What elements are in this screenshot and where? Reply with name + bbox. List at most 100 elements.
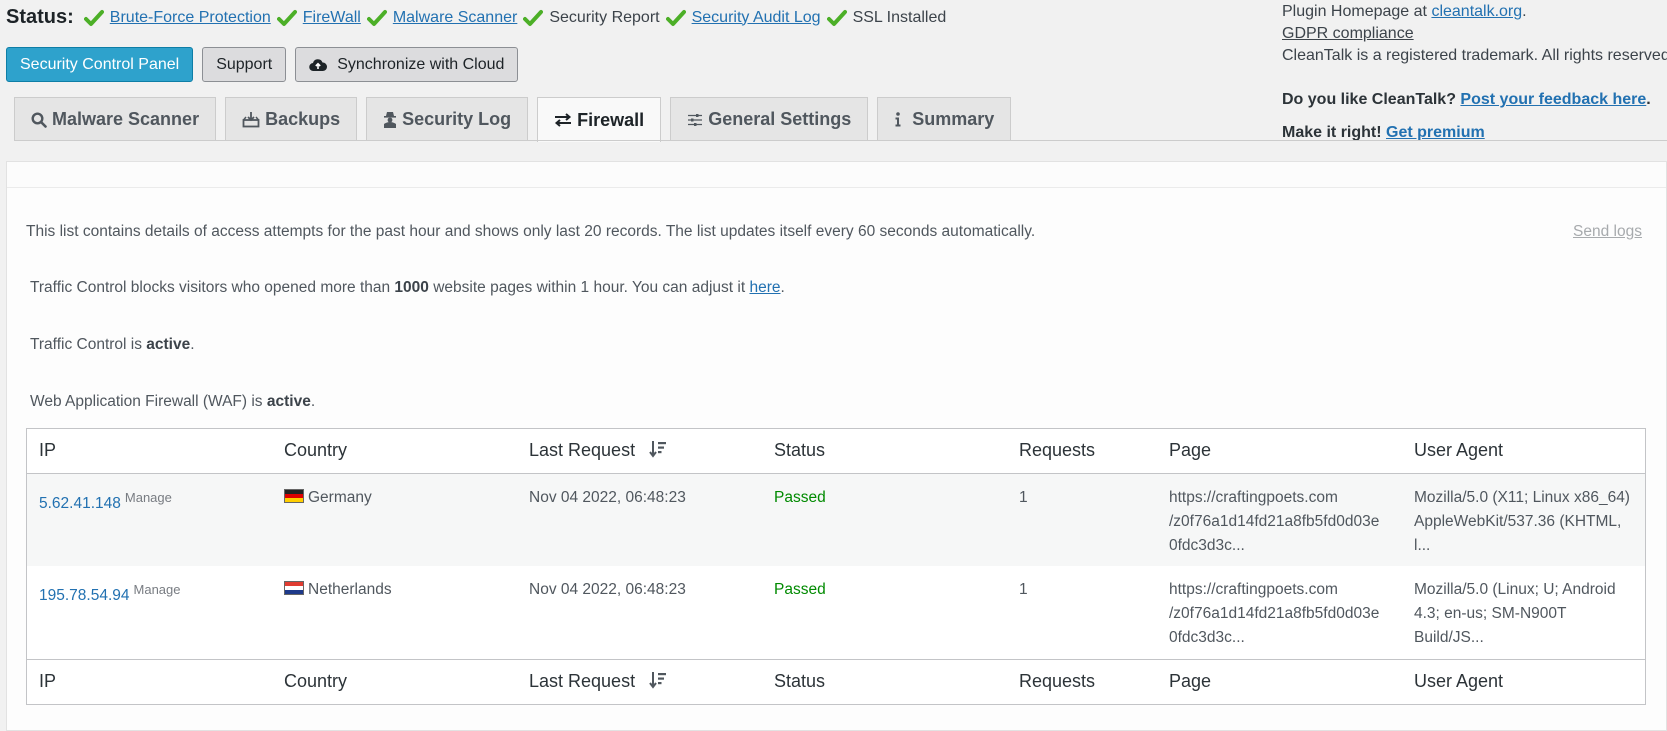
flag-germany-icon bbox=[284, 488, 304, 503]
feedback-prefix: Do you like CleanTalk? bbox=[1282, 91, 1461, 108]
sort-desc-icon[interactable] bbox=[649, 440, 667, 458]
firewall-description: This list contains details of access att… bbox=[26, 223, 1036, 240]
col-footer-last-request-label: Last Request bbox=[529, 671, 636, 692]
sliders-icon bbox=[687, 113, 703, 127]
get-premium-link[interactable]: Get premium bbox=[1386, 124, 1485, 141]
col-header-user-agent: User Agent bbox=[1402, 429, 1645, 474]
tc-status-value: active bbox=[146, 336, 191, 353]
ip-link[interactable]: 5.62.41.148 bbox=[39, 495, 121, 512]
check-icon bbox=[826, 9, 847, 26]
col-header-country: Country bbox=[272, 429, 517, 474]
tab-backups[interactable]: Backups bbox=[225, 97, 358, 141]
status-security-report: Security Report bbox=[549, 8, 660, 26]
page-line: https://craftingpoets.com bbox=[1169, 488, 1338, 506]
homepage-prefix: Plugin Homepage at bbox=[1282, 3, 1432, 20]
status-link-audit-log[interactable]: Security Audit Log bbox=[692, 9, 821, 27]
page-line: /z0f76a1d14fd21a8fb5fd0d03e bbox=[1169, 605, 1380, 622]
cell-ip: 195.78.54.94 Manage bbox=[27, 566, 272, 659]
feedback-suffix: . bbox=[1646, 91, 1651, 108]
country-name: Netherlands bbox=[308, 581, 392, 598]
status-link-malware-scanner[interactable]: Malware Scanner bbox=[393, 9, 518, 27]
traffic-control-status: Traffic Control is active. bbox=[30, 336, 195, 354]
support-button[interactable]: Support bbox=[202, 47, 287, 82]
check-icon bbox=[523, 9, 544, 26]
traffic-prefix: Traffic Control blocks visitors who open… bbox=[30, 279, 395, 296]
action-buttons: Security Control Panel Support Synchroni… bbox=[6, 47, 519, 82]
tab-general-settings[interactable]: General Settings bbox=[670, 97, 869, 141]
table-row: 5.62.41.148 Manage Germany Nov 04 2022, 0… bbox=[27, 473, 1645, 566]
sync-cloud-label: Synchronize with Cloud bbox=[337, 55, 505, 73]
tab-label: Malware Scanner bbox=[52, 109, 200, 129]
agent-line: 4.3; en-us; SM-N900T bbox=[1414, 605, 1567, 622]
table-header-row: IP Country Last Request Status Requests … bbox=[27, 429, 1645, 474]
security-control-panel-button[interactable]: Security Control Panel bbox=[6, 47, 194, 82]
traffic-suffix: . bbox=[780, 279, 785, 296]
exchange-arrows-icon bbox=[554, 113, 572, 127]
traffic-middle: website pages within 1 hour. You can adj… bbox=[428, 279, 750, 296]
col-header-last-request[interactable]: Last Request bbox=[517, 429, 762, 474]
cell-ip: 5.62.41.148 Manage bbox=[27, 473, 272, 566]
status-link-firewall[interactable]: FireWall bbox=[303, 9, 361, 27]
col-footer-last-request[interactable]: Last Request bbox=[517, 658, 762, 704]
cell-last-request: Nov 04 2022, 06:48:23 bbox=[529, 581, 686, 598]
traffic-limit: 1000 bbox=[394, 279, 429, 296]
col-header-page: Page bbox=[1157, 429, 1402, 474]
tab-label: Security Log bbox=[402, 109, 512, 129]
homepage-line: Plugin Homepage at cleantalk.org. bbox=[1282, 1, 1667, 23]
col-footer-page: Page bbox=[1157, 658, 1402, 704]
page-line: https://craftingpoets.com bbox=[1169, 581, 1338, 598]
feedback-line: Do you like CleanTalk? Post your feedbac… bbox=[1282, 89, 1667, 111]
tab-malware-scanner[interactable]: Malware Scanner bbox=[14, 97, 217, 141]
tab-firewall[interactable]: Firewall bbox=[537, 97, 662, 142]
send-logs-link[interactable]: Send logs bbox=[1573, 223, 1642, 240]
page-line: 0fdc3d3c... bbox=[1169, 536, 1245, 554]
country-name: Germany bbox=[308, 488, 372, 506]
table-footer-row: IP Country Last Request Status Requests … bbox=[27, 658, 1645, 704]
check-icon bbox=[366, 9, 387, 26]
tc-status-period: . bbox=[190, 336, 195, 353]
tab-security-log[interactable]: Security Log bbox=[366, 97, 529, 141]
waf-status-value: active bbox=[266, 393, 311, 410]
waf-status: Web Application Firewall (WAF) is active… bbox=[30, 393, 315, 411]
check-icon bbox=[665, 9, 686, 26]
agent-line: l... bbox=[1414, 536, 1431, 554]
firewall-log-table: IP Country Last Request Status Requests … bbox=[26, 428, 1646, 705]
status-title: Status: bbox=[6, 6, 74, 28]
page-line: /z0f76a1d14fd21a8fb5fd0d03e bbox=[1169, 512, 1380, 530]
col-footer-ip: IP bbox=[27, 658, 272, 704]
status-ssl-installed: SSL Installed bbox=[852, 8, 947, 26]
waf-status-prefix: Web Application Firewall (WAF) is bbox=[30, 393, 267, 410]
cell-country: Netherlands bbox=[272, 566, 517, 659]
ip-link[interactable]: 195.78.54.94 bbox=[39, 587, 130, 604]
status-link-brute-force[interactable]: Brute-Force Protection bbox=[110, 9, 271, 27]
col-header-requests: Requests bbox=[1007, 429, 1157, 474]
manage-link[interactable]: Manage bbox=[134, 582, 181, 597]
adjust-here-link[interactable]: here bbox=[749, 279, 780, 296]
col-footer-requests: Requests bbox=[1007, 658, 1157, 704]
waf-status-period: . bbox=[310, 393, 316, 410]
manage-link[interactable]: Manage bbox=[125, 490, 172, 505]
tab-summary[interactable]: Summary bbox=[877, 97, 1012, 141]
tc-status-prefix: Traffic Control is bbox=[30, 336, 147, 353]
cell-page: https://craftingpoets.com /z0f76a1d14fd2… bbox=[1157, 473, 1402, 566]
col-header-status: Status bbox=[762, 429, 1007, 474]
cell-page: https://craftingpoets.com /z0f76a1d14fd2… bbox=[1157, 566, 1402, 659]
tabs-divider bbox=[14, 140, 1667, 141]
col-footer-status: Status bbox=[762, 658, 1007, 704]
panel-top-strip bbox=[7, 162, 1666, 188]
tab-label: Firewall bbox=[577, 109, 645, 130]
tab-label: Backups bbox=[265, 109, 341, 129]
feedback-link[interactable]: Post your feedback here bbox=[1460, 91, 1646, 108]
col-footer-user-agent: User Agent bbox=[1402, 658, 1645, 704]
agent-line: Mozilla/5.0 (Linux; U; Android bbox=[1414, 581, 1616, 598]
tab-label: General Settings bbox=[708, 109, 852, 129]
sync-cloud-button[interactable]: Synchronize with Cloud bbox=[295, 47, 519, 82]
download-tray-icon bbox=[242, 111, 260, 128]
gdpr-link[interactable]: GDPR compliance bbox=[1282, 25, 1414, 42]
col-header-last-request-label: Last Request bbox=[529, 440, 636, 461]
info-icon bbox=[894, 112, 902, 127]
col-header-ip: IP bbox=[27, 429, 272, 474]
sort-desc-icon[interactable] bbox=[649, 671, 667, 689]
cleantalk-link[interactable]: cleantalk.org bbox=[1431, 3, 1522, 20]
plugin-info: Plugin Homepage at cleantalk.org. GDPR c… bbox=[1282, 1, 1667, 144]
